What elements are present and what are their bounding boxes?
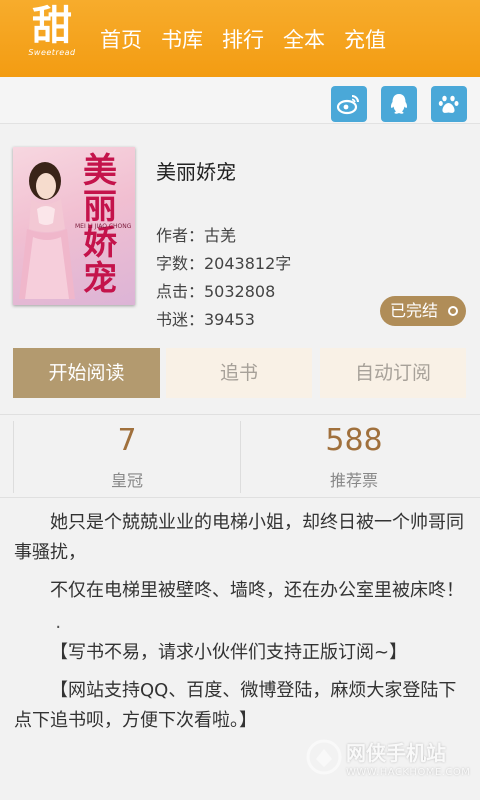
description-paragraph: 不仅在电梯里被壁咚、墙咚，还在办公室里被床咚！ xyxy=(50,580,464,601)
stats-divider xyxy=(240,421,241,493)
qq-share-button[interactable] xyxy=(381,86,417,122)
status-badge: 已完结 xyxy=(380,296,466,326)
auto-subscribe-button[interactable]: 自动订阅 xyxy=(320,348,466,398)
crown-label: 皇冠 xyxy=(110,471,143,490)
nav-recharge[interactable]: 充值 xyxy=(344,24,386,54)
crown-count: 7 xyxy=(117,423,137,458)
logo-mark: 甜 xyxy=(32,2,72,49)
nav-ranking[interactable]: 排行 xyxy=(222,24,264,54)
stats-panel: 7 皇冠 588 推荐票 xyxy=(0,414,480,498)
book-info: 美丽娇宠 MEI LI JIAO CHONG 美丽娇宠 作者：古羌 字数：204… xyxy=(0,124,480,336)
share-bar xyxy=(0,77,480,124)
recommend-ticket-count: 588 xyxy=(325,423,383,458)
site-logo[interactable]: 甜 Sweetread xyxy=(20,4,84,70)
follow-book-button[interactable]: 追书 xyxy=(166,348,312,398)
description-paragraph: 【写书不易，请求小伙伴们支持正版订阅~】 xyxy=(50,642,408,663)
description-separator: . xyxy=(55,612,62,633)
cover-pinyin: MEI LI JIAO CHONG xyxy=(75,223,132,230)
description-paragraph: 【网站支持QQ、百度、微博登陆，麻烦大家登陆下点下追书呗，方便下次看啦。】 xyxy=(14,680,457,731)
description-paragraph: 她只是个兢兢业业的电梯小姐，却终日被一个帅哥同事骚扰， xyxy=(14,512,464,563)
nav-library[interactable]: 书库 xyxy=(161,24,203,54)
cover-figure-illustration xyxy=(19,162,75,299)
logo-subtitle: Sweetread xyxy=(28,48,76,57)
book-fans: 书迷：39453 xyxy=(156,310,255,329)
main-nav: 首页 书库 排行 全本 充值 xyxy=(100,0,405,77)
book-title: 美丽娇宠 xyxy=(156,160,236,184)
book-description: 她只是个兢兢业业的电梯小姐，却终日被一个帅哥同事骚扰， 不仅在电梯里被壁咚、墙咚… xyxy=(14,508,466,744)
weibo-share-button[interactable] xyxy=(331,86,367,122)
baidu-icon xyxy=(438,95,459,113)
badge-dot-icon xyxy=(448,306,458,316)
recommend-ticket-label: 推荐票 xyxy=(329,471,378,490)
weibo-icon xyxy=(336,95,359,115)
nav-home[interactable]: 首页 xyxy=(100,24,142,54)
book-cover[interactable]: 美丽娇宠 MEI LI JIAO CHONG xyxy=(13,147,135,305)
watermark-logo-icon xyxy=(306,739,342,775)
nav-complete[interactable]: 全本 xyxy=(283,24,325,54)
start-reading-button[interactable]: 开始阅读 xyxy=(13,348,160,398)
watermark-url: WWW.HACKHOME.COM xyxy=(346,767,471,778)
site-watermark: 网侠手机站 WWW.HACKHOME.COM xyxy=(302,735,472,795)
book-author: 作者：古羌 xyxy=(156,226,237,245)
status-badge-label: 已完结 xyxy=(390,301,439,320)
stats-left-border xyxy=(13,421,14,493)
qq-icon xyxy=(390,94,408,114)
top-header: 甜 Sweetread 首页 书库 排行 全本 充值 xyxy=(0,0,480,77)
book-clicks: 点击：5032808 xyxy=(156,282,276,301)
baidu-share-button[interactable] xyxy=(431,86,467,122)
book-word-count: 字数：2043812字 xyxy=(156,254,292,273)
